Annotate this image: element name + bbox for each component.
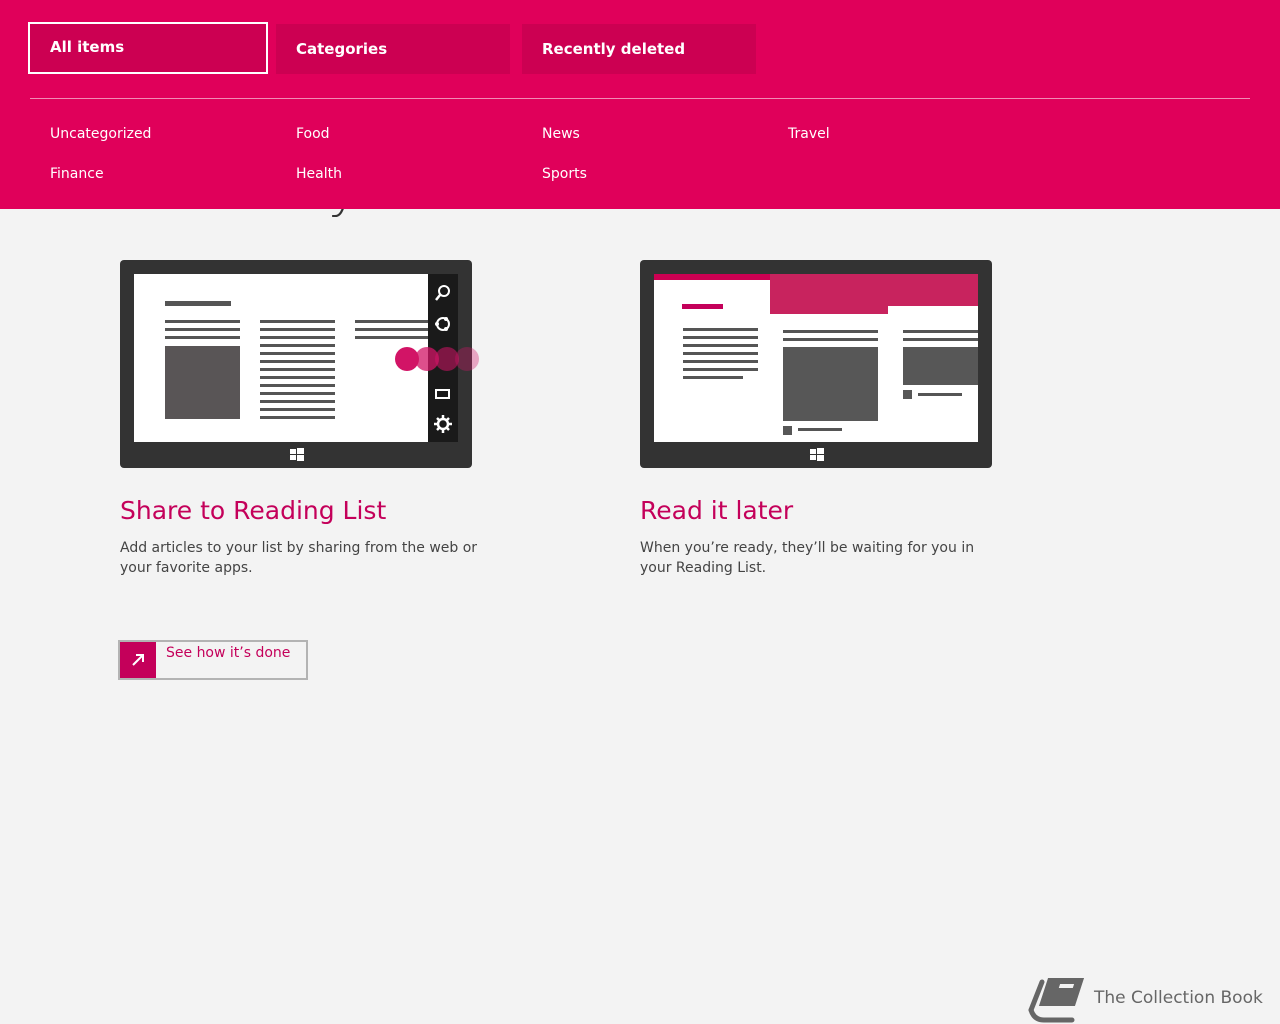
book-icon xyxy=(1028,978,1084,1023)
illustration-text-bar xyxy=(918,393,962,396)
illustration-heading-bar xyxy=(165,301,231,306)
see-how-label: See how it’s done xyxy=(166,645,291,661)
feature-description-share: Add articles to your list by sharing fro… xyxy=(120,540,478,576)
illustration-text-bar xyxy=(260,376,335,379)
illustration-text-bar xyxy=(683,360,758,363)
illustration-avatar-block xyxy=(903,390,912,399)
illustration-text-bar xyxy=(783,330,878,333)
illustration-heading-bar xyxy=(682,304,723,309)
illustration-text-bar xyxy=(683,336,758,339)
see-how-button[interactable]: See how it’s done xyxy=(118,640,308,680)
illustration-image-block xyxy=(783,347,878,421)
illustration-text-bar xyxy=(165,320,240,323)
illustration-text-bar xyxy=(783,338,878,341)
illustration-text-bar xyxy=(260,328,335,331)
illustration-text-bar xyxy=(260,360,335,363)
illustration-avatar-block xyxy=(783,426,792,435)
category-health[interactable]: Health xyxy=(296,166,342,182)
illustration-text-bar xyxy=(355,320,435,323)
illustration-text-bar xyxy=(683,352,758,355)
illustration-text-bar xyxy=(165,328,240,331)
tablet-screen xyxy=(654,274,978,442)
feature-description-read-later: When you’re ready, they’ll be waiting fo… xyxy=(640,540,975,576)
tab-recently-deleted[interactable]: Recently deleted xyxy=(522,24,756,74)
category-sports[interactable]: Sports xyxy=(542,166,587,182)
illustration-header-block xyxy=(770,306,888,314)
arrow-up-right-icon xyxy=(120,642,156,678)
illustration-text-bar xyxy=(260,392,335,395)
category-news[interactable]: News xyxy=(542,126,580,142)
windows-logo-icon xyxy=(290,448,304,461)
illustration-image-block xyxy=(903,347,978,385)
illustration-text-bar xyxy=(260,344,335,347)
illustration-text-bar xyxy=(683,344,758,347)
illustration-text-bar xyxy=(260,320,335,323)
illustration-header-block xyxy=(770,274,978,306)
category-uncategorized[interactable]: Uncategorized xyxy=(50,126,151,142)
illustration-text-bar xyxy=(260,416,335,419)
illustration-text-bar xyxy=(260,352,335,355)
arrow-glyph xyxy=(132,654,144,666)
illustration-text-bar xyxy=(683,328,758,331)
tab-all-items[interactable]: All items xyxy=(28,22,268,74)
illustration-text-bar xyxy=(903,330,978,333)
category-finance[interactable]: Finance xyxy=(50,166,104,182)
navigation-bar: All items Categories Recently deleted Un… xyxy=(0,0,1280,209)
illustration-text-bar xyxy=(798,428,842,431)
illustration-text-bar xyxy=(260,400,335,403)
illustration-text-bar xyxy=(355,336,435,339)
illustration-text-bar xyxy=(165,336,240,339)
reading-list-illustration xyxy=(640,260,992,468)
illustration-image-block xyxy=(165,346,240,419)
illustration-text-bar xyxy=(355,328,435,331)
tab-categories[interactable]: Categories xyxy=(276,24,510,74)
illustration-text-bar xyxy=(683,376,743,379)
feature-title-read-later: Read it later xyxy=(640,496,794,525)
illustration-text-bar xyxy=(903,338,978,341)
illustration-text-bar xyxy=(260,408,335,411)
illustration-text-bar xyxy=(260,368,335,371)
brand-name: The Collection Book xyxy=(1094,988,1263,1008)
category-food[interactable]: Food xyxy=(296,126,330,142)
share-illustration xyxy=(120,260,479,468)
swipe-gesture-icon xyxy=(395,347,479,371)
illustration-text-bar xyxy=(260,336,335,339)
windows-logo-icon xyxy=(810,448,824,461)
illustration-text-bar xyxy=(260,384,335,387)
nav-divider xyxy=(30,98,1250,99)
category-travel[interactable]: Travel xyxy=(788,126,830,142)
feature-title-share: Share to Reading List xyxy=(120,496,387,525)
illustration-text-bar xyxy=(683,368,758,371)
